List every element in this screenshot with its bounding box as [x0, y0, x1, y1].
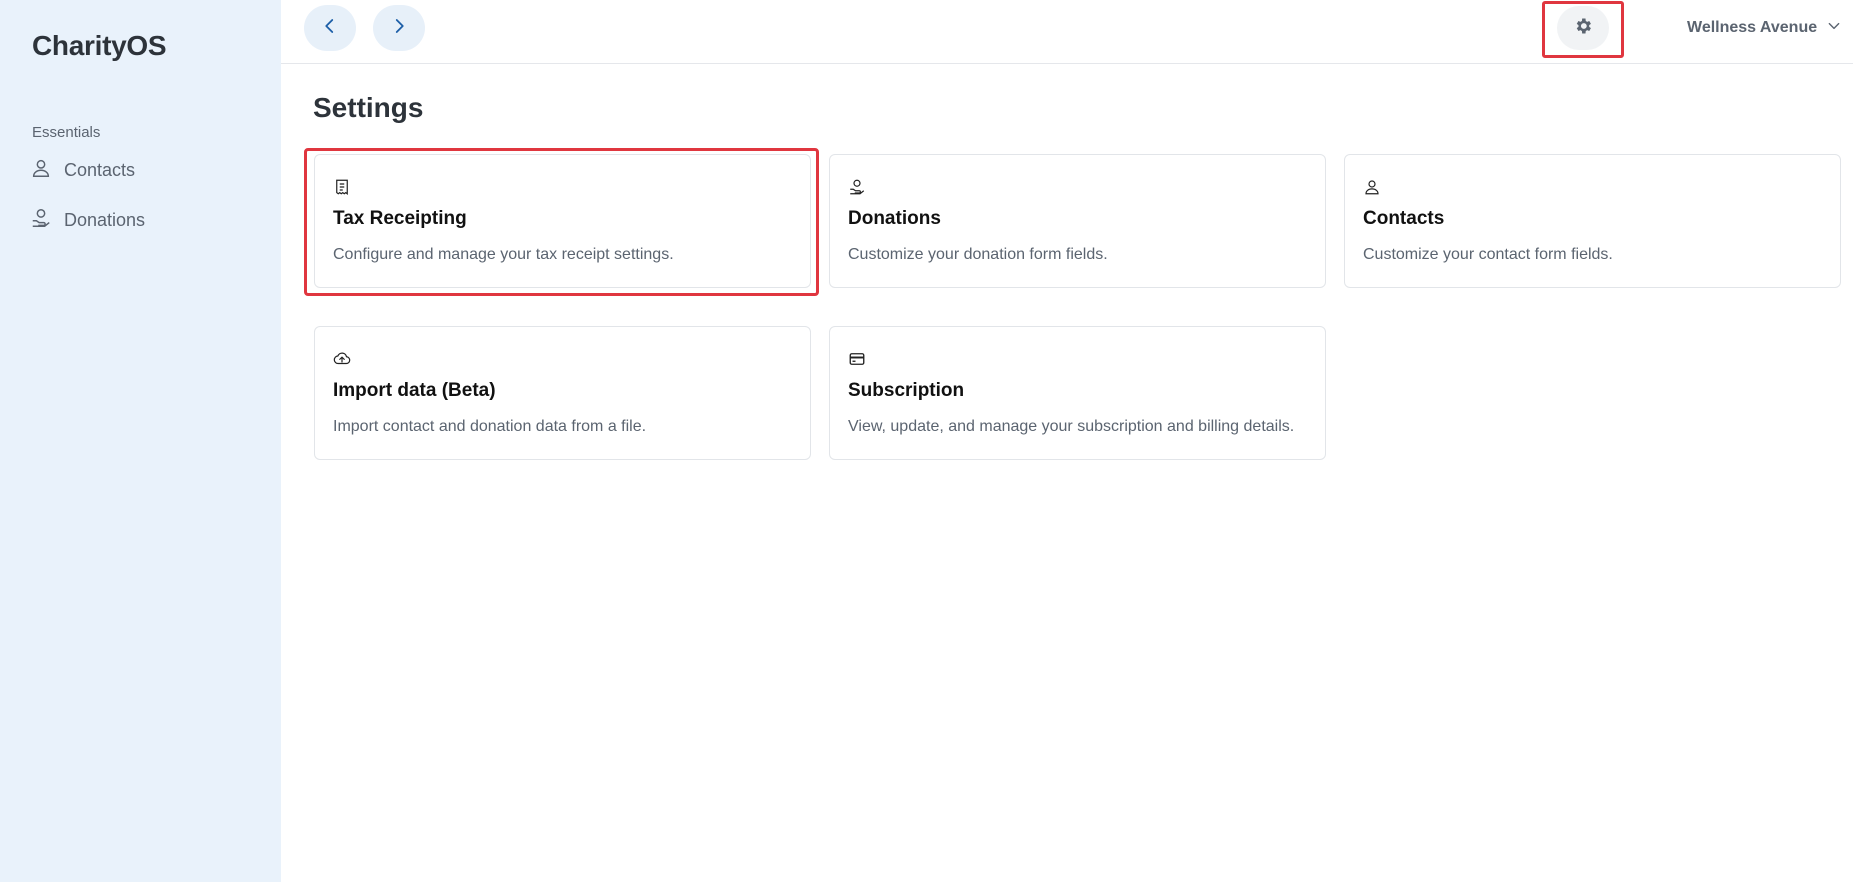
card-title: Contacts [1363, 208, 1445, 229]
person-icon [30, 157, 52, 184]
card-title: Tax Receipting [333, 208, 467, 229]
org-name: Wellness Avenue [1687, 19, 1818, 36]
sidebar-item-label: Donations [64, 209, 146, 230]
brand-logo[interactable]: CharityOS [32, 30, 167, 62]
settings-card-import-data[interactable]: Import data (Beta) Import contact and do… [314, 326, 811, 460]
back-button[interactable] [304, 5, 356, 51]
card-title: Donations [848, 208, 941, 229]
settings-card-donations[interactable]: Donations Customize your donation form f… [829, 154, 1326, 288]
receipt-icon [333, 178, 351, 196]
card-description: Import contact and donation data from a … [333, 418, 647, 435]
app-root: CharityOS Essentials Contacts Donations [0, 0, 1853, 882]
chevron-right-icon [390, 17, 408, 40]
chevron-left-icon [321, 17, 339, 40]
forward-button[interactable] [373, 5, 425, 51]
settings-card-contacts[interactable]: Contacts Customize your contact form fie… [1344, 154, 1841, 288]
topbar: Wellness Avenue [281, 0, 1853, 64]
sidebar-item-label: Contacts [64, 159, 136, 180]
settings-card-subscription[interactable]: Subscription View, update, and manage yo… [829, 326, 1326, 460]
org-switcher[interactable]: Wellness Avenue [1687, 16, 1841, 40]
page-title: Settings [313, 92, 424, 123]
card-title: Import data (Beta) [333, 380, 496, 401]
card-description: Customize your contact form fields. [1363, 246, 1613, 263]
sidebar: CharityOS Essentials Contacts Donations [0, 0, 281, 882]
settings-button[interactable] [1557, 6, 1609, 50]
card-description: View, update, and manage your subscripti… [848, 418, 1295, 435]
credit-card-icon [848, 350, 866, 368]
cloud-upload-icon [333, 350, 351, 368]
card-title: Subscription [848, 380, 965, 401]
sidebar-item-donations[interactable]: Donations [30, 205, 145, 235]
sidebar-item-contacts[interactable]: Contacts [30, 155, 135, 185]
card-description: Configure and manage your tax receipt se… [333, 246, 674, 263]
person-icon [1363, 178, 1381, 196]
settings-card-tax-receipting[interactable]: Tax Receipting Configure and manage your… [314, 154, 811, 288]
nav-section-label: Essentials [32, 124, 101, 141]
gear-icon [1573, 16, 1593, 41]
hand-coin-icon [30, 207, 52, 234]
card-description: Customize your donation form fields. [848, 246, 1108, 263]
hand-coin-icon [848, 178, 866, 196]
chevron-down-icon [1827, 19, 1841, 38]
